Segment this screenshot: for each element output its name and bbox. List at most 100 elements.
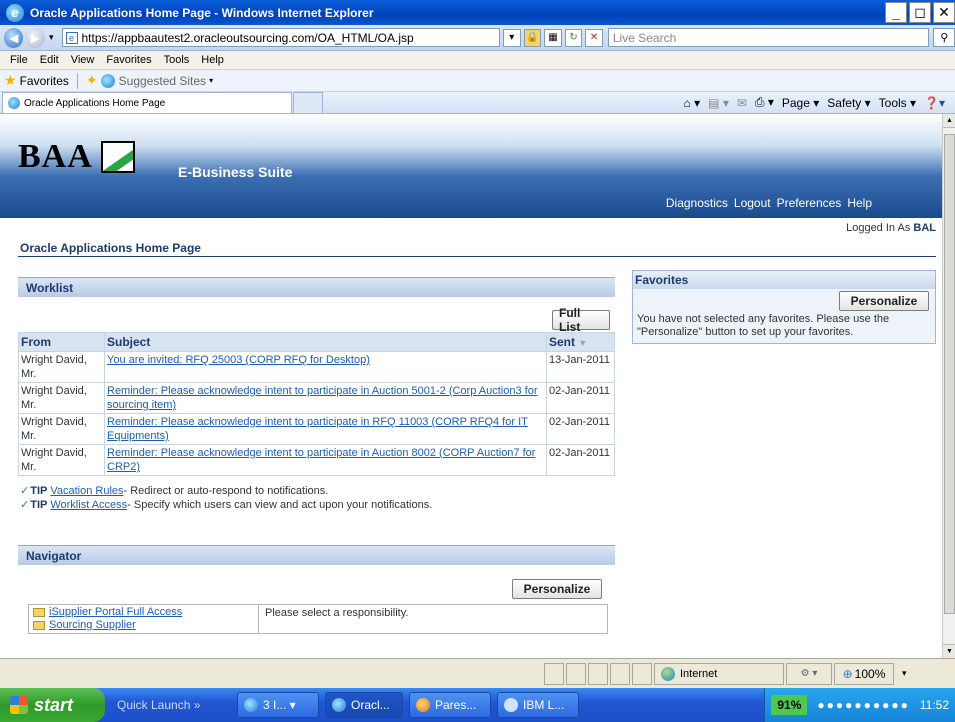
favorites-button[interactable]: Favorites	[20, 74, 69, 88]
baa-logo: BAA	[18, 136, 158, 178]
scroll-up-icon[interactable]: ▲	[943, 114, 955, 128]
help-icon[interactable]: ❓▾	[924, 96, 945, 110]
maximize-button[interactable]: ◻	[909, 2, 931, 23]
favorites-message: You have not selected any favorites. Ple…	[637, 313, 890, 338]
system-tray: 91% ●●●●●●●●●● 11:52	[764, 688, 955, 722]
menu-favorites[interactable]: Favorites	[106, 54, 151, 66]
navigator-box: iSupplier Portal Full Access Sourcing Su…	[28, 604, 608, 634]
window-title-bar[interactable]: e Oracle Applications Home Page - Window…	[0, 0, 955, 25]
address-url: https://appbaautest2.oracleoutsourcing.c…	[81, 30, 414, 45]
ie-logo-icon: e	[6, 3, 24, 22]
compatibility-icon[interactable]: ▦	[544, 28, 562, 47]
taskbar-item-pares[interactable]: Pares...	[409, 692, 491, 718]
tab-ie-icon	[8, 97, 20, 109]
column-from[interactable]: From	[18, 332, 105, 352]
sort-desc-icon: ▼	[578, 338, 588, 348]
ie-icon	[244, 698, 258, 712]
status-segment	[610, 662, 630, 685]
status-bar: Internet ⚙ ▾ ⊕ 100% ▾	[0, 658, 955, 688]
refresh-icon[interactable]: ↻	[564, 28, 583, 47]
menu-tools[interactable]: Tools	[164, 54, 190, 66]
address-toolbar: ◀ ▶ ▾ e https://appbaautest2.oracleoutso…	[0, 25, 955, 51]
back-icon[interactable]: ◀	[4, 27, 24, 48]
table-row: Wright David, Mr. Reminder: Please ackno…	[18, 413, 615, 445]
status-segment	[544, 662, 564, 685]
windows-flag-icon	[10, 696, 28, 714]
taskbar-item-oracle[interactable]: Oracl...	[325, 692, 403, 718]
global-links: Diagnostics Logout Preferences Help	[666, 196, 872, 210]
status-text	[2, 663, 542, 685]
notification-link[interactable]: You are invited: RFQ 25003 (CORP RFQ for…	[107, 354, 370, 366]
home-icon[interactable]: ⌂ ▾	[684, 96, 701, 110]
zoom-icon: ⊕	[842, 666, 853, 681]
favorites-star-icon[interactable]: ★	[4, 72, 17, 89]
suite-title: E-Business Suite	[178, 164, 293, 180]
lock-icon[interactable]: 🔒	[523, 28, 542, 47]
menu-view[interactable]: View	[71, 54, 95, 66]
print-icon[interactable]: ⎙ ▾	[755, 95, 774, 110]
live-search-input[interactable]: Live Search	[607, 28, 930, 47]
preferences-link[interactable]: Preferences	[777, 196, 842, 210]
zoom-control[interactable]: ⊕ 100%	[834, 662, 894, 685]
from-cell: Wright David, Mr.	[18, 351, 105, 383]
stop-icon[interactable]: ✕	[585, 28, 603, 47]
navigator-personalize-button[interactable]: Personalize	[512, 579, 602, 599]
protected-mode-icon[interactable]: ⚙ ▾	[786, 662, 832, 685]
history-dropdown-icon[interactable]: ▾	[49, 32, 54, 43]
taskbar-item-ie-group[interactable]: 3 I... ▾	[237, 692, 319, 718]
clock[interactable]: 11:52	[920, 698, 949, 712]
safety-menu[interactable]: Safety ▾	[827, 96, 870, 110]
zoom-dropdown-icon[interactable]: ▾	[902, 668, 907, 679]
worklist-access-link[interactable]: Worklist Access	[50, 498, 127, 512]
add-favorite-icon[interactable]: ✦	[86, 72, 98, 89]
scroll-thumb[interactable]	[944, 134, 955, 614]
notification-link[interactable]: Reminder: Please acknowledge intent to p…	[107, 447, 535, 473]
notification-link[interactable]: Reminder: Please acknowledge intent to p…	[107, 385, 537, 411]
menu-help[interactable]: Help	[201, 54, 224, 66]
scroll-down-icon[interactable]: ▼	[943, 644, 955, 658]
page-icon: e	[65, 31, 78, 44]
full-list-button[interactable]: Full List	[552, 306, 610, 334]
menu-edit[interactable]: Edit	[40, 54, 59, 66]
logout-link[interactable]: Logout	[734, 196, 771, 210]
quick-launch[interactable]: Quick Launch »	[111, 692, 231, 718]
feeds-icon[interactable]: ▤ ▾	[708, 96, 729, 110]
column-sent[interactable]: Sent ▼	[546, 332, 615, 352]
tab-oracle-home[interactable]: Oracle Applications Home Page	[2, 92, 292, 113]
search-placeholder: Live Search	[612, 30, 677, 45]
list-item: Sourcing Supplier	[33, 619, 254, 632]
logged-in-info: Logged In As BAL	[846, 222, 936, 234]
responsibility-link-isupplier[interactable]: iSupplier Portal Full Access	[49, 606, 182, 618]
mail-icon[interactable]: ✉	[737, 96, 747, 110]
suggested-sites-link[interactable]: Suggested Sites	[119, 74, 206, 88]
forward-icon[interactable]: ▶	[25, 27, 45, 48]
new-tab-button[interactable]	[293, 92, 323, 113]
menu-file[interactable]: File	[10, 54, 28, 66]
minimize-button[interactable]: _	[885, 2, 907, 23]
security-zone[interactable]: Internet	[654, 662, 784, 685]
column-subject[interactable]: Subject	[104, 332, 547, 352]
logo-flag-icon	[100, 141, 135, 173]
taskbar-item-ibm[interactable]: IBM L...	[497, 692, 579, 718]
chevron-down-icon[interactable]: ▾	[209, 76, 213, 85]
vertical-scrollbar[interactable]: ▲ ▼	[942, 114, 955, 658]
start-button[interactable]: start	[0, 688, 105, 722]
page-menu[interactable]: Page ▾	[782, 96, 819, 110]
vacation-rules-link[interactable]: Vacation Rules	[50, 484, 123, 498]
tray-icons[interactable]: ●●●●●●●●●●	[817, 698, 909, 712]
responsibility-link-sourcing[interactable]: Sourcing Supplier	[49, 619, 136, 631]
responsibility-list: iSupplier Portal Full Access Sourcing Su…	[29, 605, 259, 633]
battery-indicator[interactable]: 91%	[771, 695, 808, 715]
search-icon[interactable]: ⚲	[933, 28, 955, 47]
internet-globe-icon	[661, 666, 675, 681]
notification-link[interactable]: Reminder: Please acknowledge intent to p…	[107, 416, 528, 442]
diagnostics-link[interactable]: Diagnostics	[666, 196, 728, 210]
address-dropdown-icon[interactable]: ▾	[502, 28, 521, 47]
favorites-personalize-button[interactable]: Personalize	[839, 291, 929, 311]
tip-worklist-access: ✓ TIP Worklist Access - Specify which us…	[20, 498, 433, 512]
tools-menu[interactable]: Tools ▾	[879, 96, 916, 110]
help-link[interactable]: Help	[847, 196, 872, 210]
close-button[interactable]: ✕	[933, 2, 955, 23]
window-controls: _ ◻ ✕	[885, 2, 955, 23]
address-field[interactable]: e https://appbaautest2.oracleoutsourcing…	[61, 28, 500, 47]
